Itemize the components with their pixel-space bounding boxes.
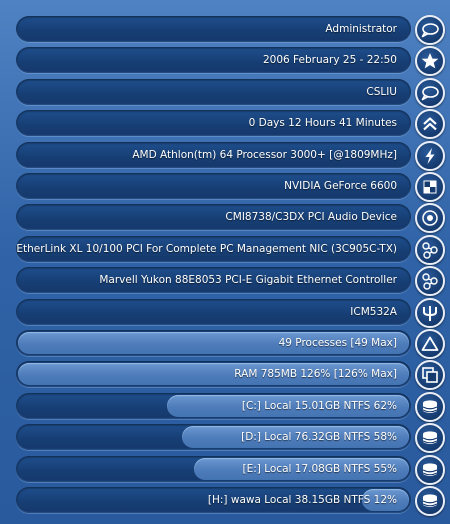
info-bar: AMD Athlon(tm) 64 Processor 3000+ [@1809…	[16, 142, 411, 168]
disk-icon	[415, 392, 445, 422]
info-label: Administrator	[325, 23, 397, 35]
disk-icon	[415, 423, 445, 453]
speech-bubble-icon	[415, 15, 445, 45]
info-label: [E:] Local 17.08GB NTFS 55%	[242, 463, 397, 475]
info-row: RAM 785MB 126% [126% Max]	[16, 360, 447, 390]
info-row: CMI8738/C3DX PCI Audio Device	[16, 203, 447, 233]
trident-icon	[415, 298, 445, 328]
info-bar: CSLIU	[16, 79, 411, 105]
double-chevron-up-icon	[415, 109, 445, 139]
info-bar: 0 Days 12 Hours 41 Minutes	[16, 110, 411, 136]
info-bar: 49 Processes [49 Max]	[16, 330, 411, 356]
info-row: Marvell Yukon 88E8053 PCI-E Gigabit Ethe…	[16, 266, 447, 296]
info-bar: ICM532A	[16, 299, 411, 325]
info-bar: [H:] wawa Local 38.15GB NTFS 12%	[16, 487, 411, 513]
network-icon	[415, 266, 445, 296]
disk-icon	[415, 455, 445, 485]
info-label: RAM 785MB 126% [126% Max]	[234, 368, 397, 380]
info-label: 49 Processes [49 Max]	[278, 337, 397, 349]
info-label: 2006 February 25 - 22:50	[262, 54, 397, 66]
info-row: NVIDIA GeForce 6600	[16, 172, 447, 202]
speaker-icon	[415, 203, 445, 233]
info-row: [C:] Local 15.01GB NTFS 62%	[16, 392, 447, 422]
info-bar: 3Com EtherLink XL 10/100 PCI For Complet…	[16, 236, 411, 262]
info-label: Marvell Yukon 88E8053 PCI-E Gigabit Ethe…	[99, 274, 397, 286]
info-bar: RAM 785MB 126% [126% Max]	[16, 361, 411, 387]
network-icon	[415, 235, 445, 265]
info-row: CSLIU	[16, 78, 447, 108]
speech-bubble-icon	[415, 78, 445, 108]
info-label: CSLIU	[366, 86, 397, 98]
info-label: 3Com EtherLink XL 10/100 PCI For Complet…	[16, 243, 397, 255]
info-row: Administrator	[16, 15, 447, 45]
info-label: AMD Athlon(tm) 64 Processor 3000+ [@1809…	[132, 149, 397, 161]
info-bar: CMI8738/C3DX PCI Audio Device	[16, 204, 411, 230]
triangle-icon	[415, 329, 445, 359]
info-label: 0 Days 12 Hours 41 Minutes	[248, 117, 397, 129]
info-label: [C:] Local 15.01GB NTFS 62%	[241, 400, 397, 412]
disk-icon	[415, 486, 445, 516]
info-bar: 2006 February 25 - 22:50	[16, 47, 411, 73]
windows-icon	[415, 360, 445, 390]
system-info-panel: Administrator 2006 February 25 - 22:50 CSL…	[0, 0, 450, 524]
info-bar: NVIDIA GeForce 6600	[16, 173, 411, 199]
star-icon	[415, 46, 445, 76]
info-row: 0 Days 12 Hours 41 Minutes	[16, 109, 447, 139]
info-row: 2006 February 25 - 22:50	[16, 46, 447, 76]
info-label: [H:] wawa Local 38.15GB NTFS 12%	[207, 494, 397, 506]
info-row: AMD Athlon(tm) 64 Processor 3000+ [@1809…	[16, 141, 447, 171]
checker-monitor-icon	[415, 172, 445, 202]
lightning-icon	[415, 141, 445, 171]
info-label: ICM532A	[350, 306, 397, 318]
info-bar: [D:] Local 76.32GB NTFS 58%	[16, 424, 411, 450]
info-bar: Marvell Yukon 88E8053 PCI-E Gigabit Ethe…	[16, 267, 411, 293]
info-row: 3Com EtherLink XL 10/100 PCI For Complet…	[16, 235, 447, 265]
info-row: [D:] Local 76.32GB NTFS 58%	[16, 423, 447, 453]
info-row: ICM532A	[16, 298, 447, 328]
info-row: [H:] wawa Local 38.15GB NTFS 12%	[16, 486, 447, 516]
info-label: [D:] Local 76.32GB NTFS 58%	[241, 431, 397, 443]
info-label: CMI8738/C3DX PCI Audio Device	[225, 211, 397, 223]
info-bar: [C:] Local 15.01GB NTFS 62%	[16, 393, 411, 419]
info-row: [E:] Local 17.08GB NTFS 55%	[16, 455, 447, 485]
info-bar: [E:] Local 17.08GB NTFS 55%	[16, 456, 411, 482]
info-row: 49 Processes [49 Max]	[16, 329, 447, 359]
info-label: NVIDIA GeForce 6600	[284, 180, 397, 192]
info-bar: Administrator	[16, 16, 411, 42]
